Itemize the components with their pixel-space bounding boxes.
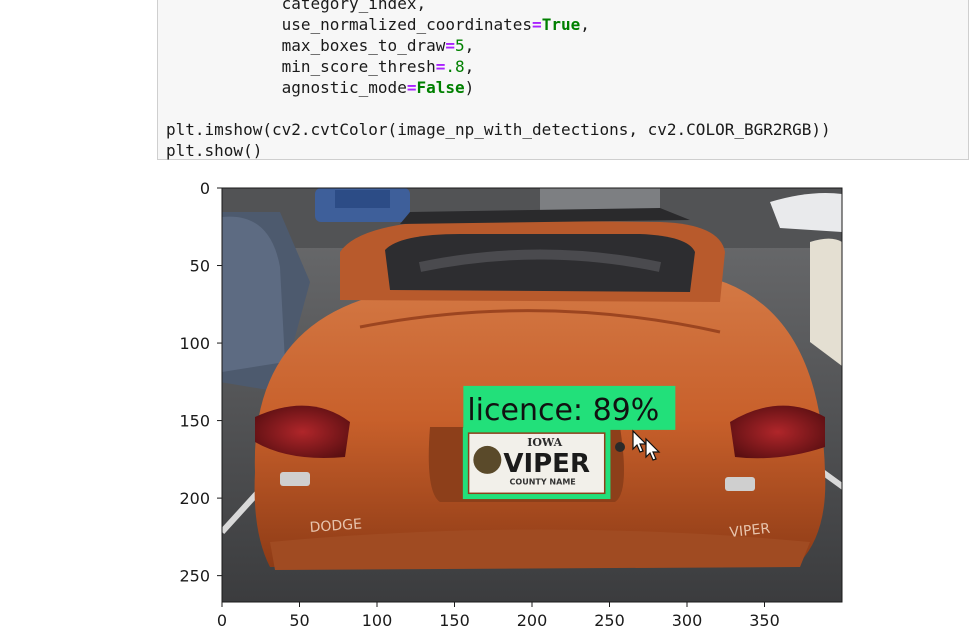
- matplotlib-output: DODGE VIPER IOWAVIPERCOUNTY NAMElicence:…: [179, 179, 843, 630]
- plate-logo: [473, 445, 502, 474]
- x-tick-label: 200: [517, 611, 548, 630]
- detection-label: licence: 89%: [467, 393, 659, 428]
- y-tick-label: 0: [200, 179, 210, 198]
- license-plate: IOWAVIPERCOUNTY NAME: [469, 433, 604, 493]
- code-editor[interactable]: category_index, use_normalized_coordinat…: [166, 0, 831, 161]
- x-axis: 0 50 100 150 200 250 300 350: [217, 602, 780, 630]
- code-token: .8: [445, 57, 465, 76]
- x-tick-label: 350: [749, 611, 780, 630]
- plate-state: IOWA: [527, 436, 562, 449]
- x-tick-label: 300: [672, 611, 703, 630]
- code-token: plt.imshow(cv2.cvtColor(image_np_with_de…: [166, 120, 831, 139]
- y-tick-label: 250: [179, 567, 210, 586]
- code-token: use_normalized_coordinates: [166, 15, 533, 34]
- y-tick-label: 50: [190, 257, 210, 276]
- plate-text: VIPER: [503, 449, 590, 479]
- code-token: =: [435, 57, 446, 76]
- code-token: category_index,: [166, 0, 427, 13]
- code-token: =: [445, 36, 455, 55]
- y-tick-label: 200: [179, 489, 210, 508]
- x-tick-label: 0: [217, 611, 227, 630]
- mouse-cursor-icon: [632, 429, 661, 461]
- y-tick-label: 100: [179, 334, 210, 353]
- x-tick-label: 150: [439, 611, 470, 630]
- code-token: 5: [455, 36, 465, 55]
- code-token: max_boxes_to_draw: [166, 36, 446, 55]
- code-line[interactable]: [166, 98, 831, 119]
- y-tick-label: 150: [179, 412, 210, 431]
- code-line[interactable]: plt.imshow(cv2.cvtColor(image_np_with_de…: [166, 119, 831, 140]
- code-line[interactable]: plt.show(): [166, 140, 831, 161]
- code-line[interactable]: use_normalized_coordinates=True,: [166, 14, 831, 35]
- x-tick-label: 100: [362, 611, 393, 630]
- code-line[interactable]: category_index,: [166, 0, 831, 14]
- code-token: False: [416, 78, 465, 97]
- code-token: agnostic_mode: [166, 78, 407, 97]
- y-axis: 0 50 100 150 200 250: [179, 179, 222, 586]
- x-tick-label: 50: [289, 611, 309, 630]
- code-line[interactable]: agnostic_mode=False): [166, 77, 831, 98]
- code-token: min_score_thresh: [166, 57, 436, 76]
- code-token: ,: [464, 57, 475, 76]
- code-line[interactable]: max_boxes_to_draw=5,: [166, 35, 831, 56]
- x-tick-label: 250: [594, 611, 625, 630]
- code-token: plt.show(): [166, 141, 263, 160]
- code-token: True: [541, 15, 581, 34]
- code-token: ): [464, 78, 475, 97]
- code-token: ,: [464, 36, 475, 55]
- output-area: [0, 160, 157, 642]
- plate-county: COUNTY NAME: [510, 478, 576, 487]
- code-token: =: [532, 15, 542, 34]
- code-line[interactable]: min_score_thresh=.8,: [166, 56, 831, 77]
- code-token: ,: [580, 15, 590, 34]
